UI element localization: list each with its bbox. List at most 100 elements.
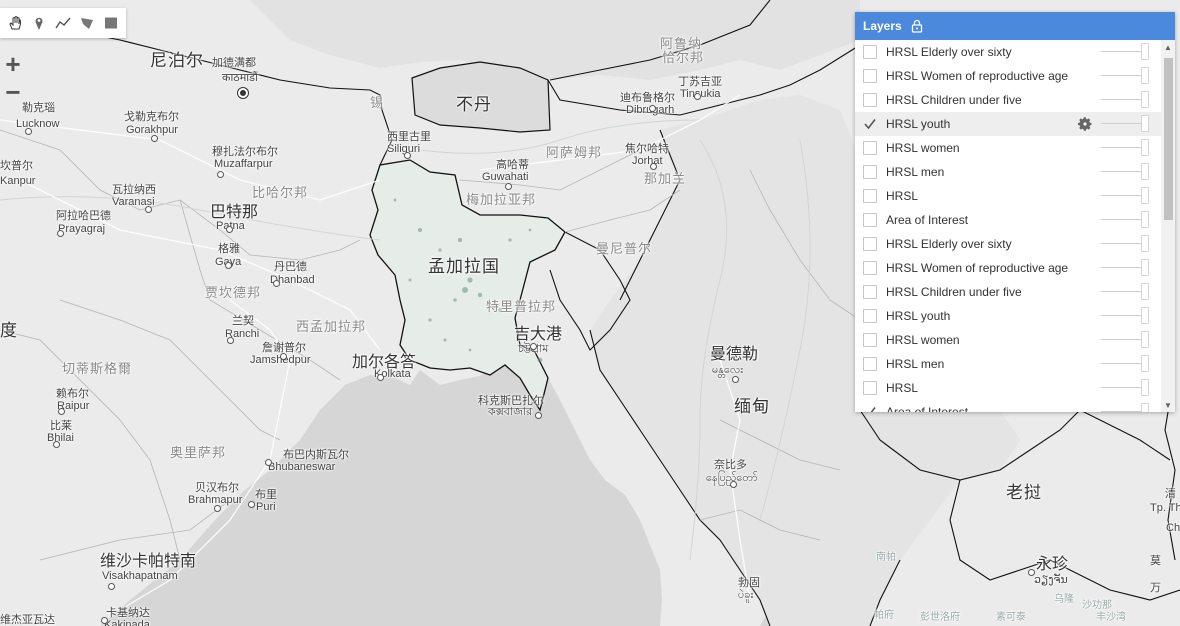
layer-checkbox[interactable]	[863, 309, 877, 323]
layers-scrollbar[interactable]: ▲ ▼	[1161, 40, 1175, 412]
opacity-slider-thumb[interactable]	[1141, 283, 1149, 300]
map-label-odisha: 奥里萨邦	[170, 445, 227, 460]
layer-checkbox[interactable]	[863, 141, 877, 155]
opacity-slider-thumb[interactable]	[1141, 379, 1149, 396]
layer-row[interactable]: HRSL youth	[855, 112, 1161, 136]
opacity-slider-track[interactable]	[1101, 411, 1141, 412]
layer-checkbox[interactable]	[863, 213, 877, 227]
layer-row[interactable]: HRSL	[855, 376, 1161, 400]
layer-row[interactable]: Area of Interest	[855, 208, 1161, 232]
pan-hand-icon[interactable]	[3, 11, 27, 35]
layer-row[interactable]: HRSL youth	[855, 304, 1161, 328]
layer-row[interactable]: HRSL men	[855, 160, 1161, 184]
map-label-bangladesh: 孟加拉国	[428, 257, 500, 276]
rectangle-draw-icon[interactable]	[99, 11, 123, 35]
layer-checkbox[interactable]	[863, 357, 877, 371]
opacity-slider-thumb[interactable]	[1141, 403, 1149, 412]
polygon-draw-icon[interactable]	[75, 11, 99, 35]
scroll-down-arrow-icon[interactable]: ▼	[1161, 398, 1175, 412]
opacity-slider-thumb[interactable]	[1141, 43, 1149, 60]
layer-checkbox[interactable]	[863, 45, 877, 59]
layer-row[interactable]: HRSL men	[855, 352, 1161, 376]
layer-checkbox[interactable]	[863, 261, 877, 275]
opacity-slider-thumb[interactable]	[1141, 115, 1149, 132]
opacity-slider-track[interactable]	[1101, 51, 1141, 52]
layer-name: HRSL women	[886, 333, 960, 347]
layer-name: HRSL men	[886, 357, 945, 371]
opacity-slider-track[interactable]	[1101, 291, 1141, 292]
map-viewport[interactable]: 尼泊尔 加德满都 काठमाडौं 不丹 孟加拉国 缅甸 老挝 勒克瑙 Lucknow 戈勒克布尔…	[0, 0, 1180, 626]
opacity-slider-track[interactable]	[1101, 387, 1141, 388]
layer-checkbox[interactable]	[863, 189, 877, 203]
map-label-mandalay-zh: 曼德勒	[710, 346, 759, 363]
opacity-slider-track[interactable]	[1101, 363, 1141, 364]
opacity-slider-track[interactable]	[1101, 195, 1141, 196]
opacity-slider-thumb[interactable]	[1141, 211, 1149, 228]
layer-checkbox[interactable]	[863, 69, 877, 83]
zoom-in-button[interactable]: +	[0, 50, 26, 78]
map-label-brahmapur-zh: 贝汉布尔	[195, 482, 239, 494]
opacity-slider-track[interactable]	[1101, 123, 1141, 124]
scroll-up-arrow-icon[interactable]: ▲	[1161, 40, 1175, 54]
opacity-slider-thumb[interactable]	[1141, 307, 1149, 324]
map-label-nagaland: 那加兰	[644, 171, 687, 186]
layer-name: HRSL youth	[886, 117, 951, 131]
scrollbar-thumb[interactable]	[1164, 58, 1173, 220]
layer-row[interactable]: HRSL Children under five	[855, 88, 1161, 112]
layer-checkbox[interactable]	[863, 285, 877, 299]
layer-checkbox[interactable]	[863, 333, 877, 347]
zoom-out-button[interactable]: −	[0, 78, 26, 106]
layer-row[interactable]: HRSL Women of reproductive age	[855, 64, 1161, 88]
opacity-slider-track[interactable]	[1101, 171, 1141, 172]
map-label-puri-zh: 布里	[255, 489, 277, 501]
opacity-slider-track[interactable]	[1101, 99, 1141, 100]
opacity-slider-thumb[interactable]	[1141, 139, 1149, 156]
lock-icon[interactable]	[910, 19, 924, 33]
opacity-slider-thumb[interactable]	[1141, 331, 1149, 348]
opacity-slider-thumb[interactable]	[1141, 259, 1149, 276]
layer-checkbox[interactable]	[863, 117, 877, 131]
layer-checkbox[interactable]	[863, 165, 877, 179]
layer-checkbox[interactable]	[863, 405, 877, 412]
layer-row[interactable]: Area of Interest	[855, 400, 1161, 412]
map-label-kakinada-zh: 卡基纳达	[106, 607, 150, 619]
layer-row[interactable]: HRSL	[855, 184, 1161, 208]
gear-icon[interactable]	[1077, 116, 1093, 132]
opacity-slider-thumb[interactable]	[1141, 91, 1149, 108]
city-marker	[530, 343, 537, 350]
opacity-slider-thumb[interactable]	[1141, 235, 1149, 252]
opacity-slider-track[interactable]	[1101, 219, 1141, 220]
map-label-chittagong-zh: 吉大港	[514, 326, 563, 343]
map-label-lucknow-zh: 勒克瑙	[22, 102, 55, 114]
layer-checkbox[interactable]	[863, 381, 877, 395]
layer-row[interactable]: HRSL women	[855, 328, 1161, 352]
layer-checkbox[interactable]	[863, 237, 877, 251]
opacity-slider-thumb[interactable]	[1141, 355, 1149, 372]
map-label-kathmandu-local: काठमाडौं	[222, 72, 258, 84]
opacity-slider-track[interactable]	[1101, 147, 1141, 148]
map-label-west-bengal: 西孟加拉邦	[296, 319, 367, 334]
opacity-slider-thumb[interactable]	[1141, 163, 1149, 180]
opacity-slider-track[interactable]	[1101, 243, 1141, 244]
opacity-slider-track[interactable]	[1101, 75, 1141, 76]
point-marker-icon[interactable]	[27, 11, 51, 35]
layer-row[interactable]: HRSL Children under five	[855, 280, 1161, 304]
layer-row[interactable]: HRSL Women of reproductive age	[855, 256, 1161, 280]
layer-row[interactable]: HRSL women	[855, 136, 1161, 160]
map-label-thai2: 彭世洛府	[920, 612, 960, 623]
map-label-nong-fragment: 乌隆	[1054, 594, 1074, 605]
opacity-slider-track[interactable]	[1101, 267, 1141, 268]
opacity-slider-track[interactable]	[1101, 315, 1141, 316]
opacity-slider-thumb[interactable]	[1141, 187, 1149, 204]
layers-panel-header[interactable]: Layers	[855, 12, 1175, 40]
layer-checkbox[interactable]	[863, 93, 877, 107]
map-label-coxsbazar-local: কক্সবাজার	[488, 406, 533, 418]
layer-row[interactable]: HRSL Elderly over sixty	[855, 232, 1161, 256]
layer-name: HRSL Women of reproductive age	[886, 261, 1069, 275]
opacity-slider-track[interactable]	[1101, 339, 1141, 340]
line-draw-icon[interactable]	[51, 11, 75, 35]
checkmark-icon	[865, 407, 876, 412]
map-label-myanmar: 缅甸	[734, 397, 770, 416]
opacity-slider-thumb[interactable]	[1141, 67, 1149, 84]
layer-row[interactable]: HRSL Elderly over sixty	[855, 40, 1161, 64]
